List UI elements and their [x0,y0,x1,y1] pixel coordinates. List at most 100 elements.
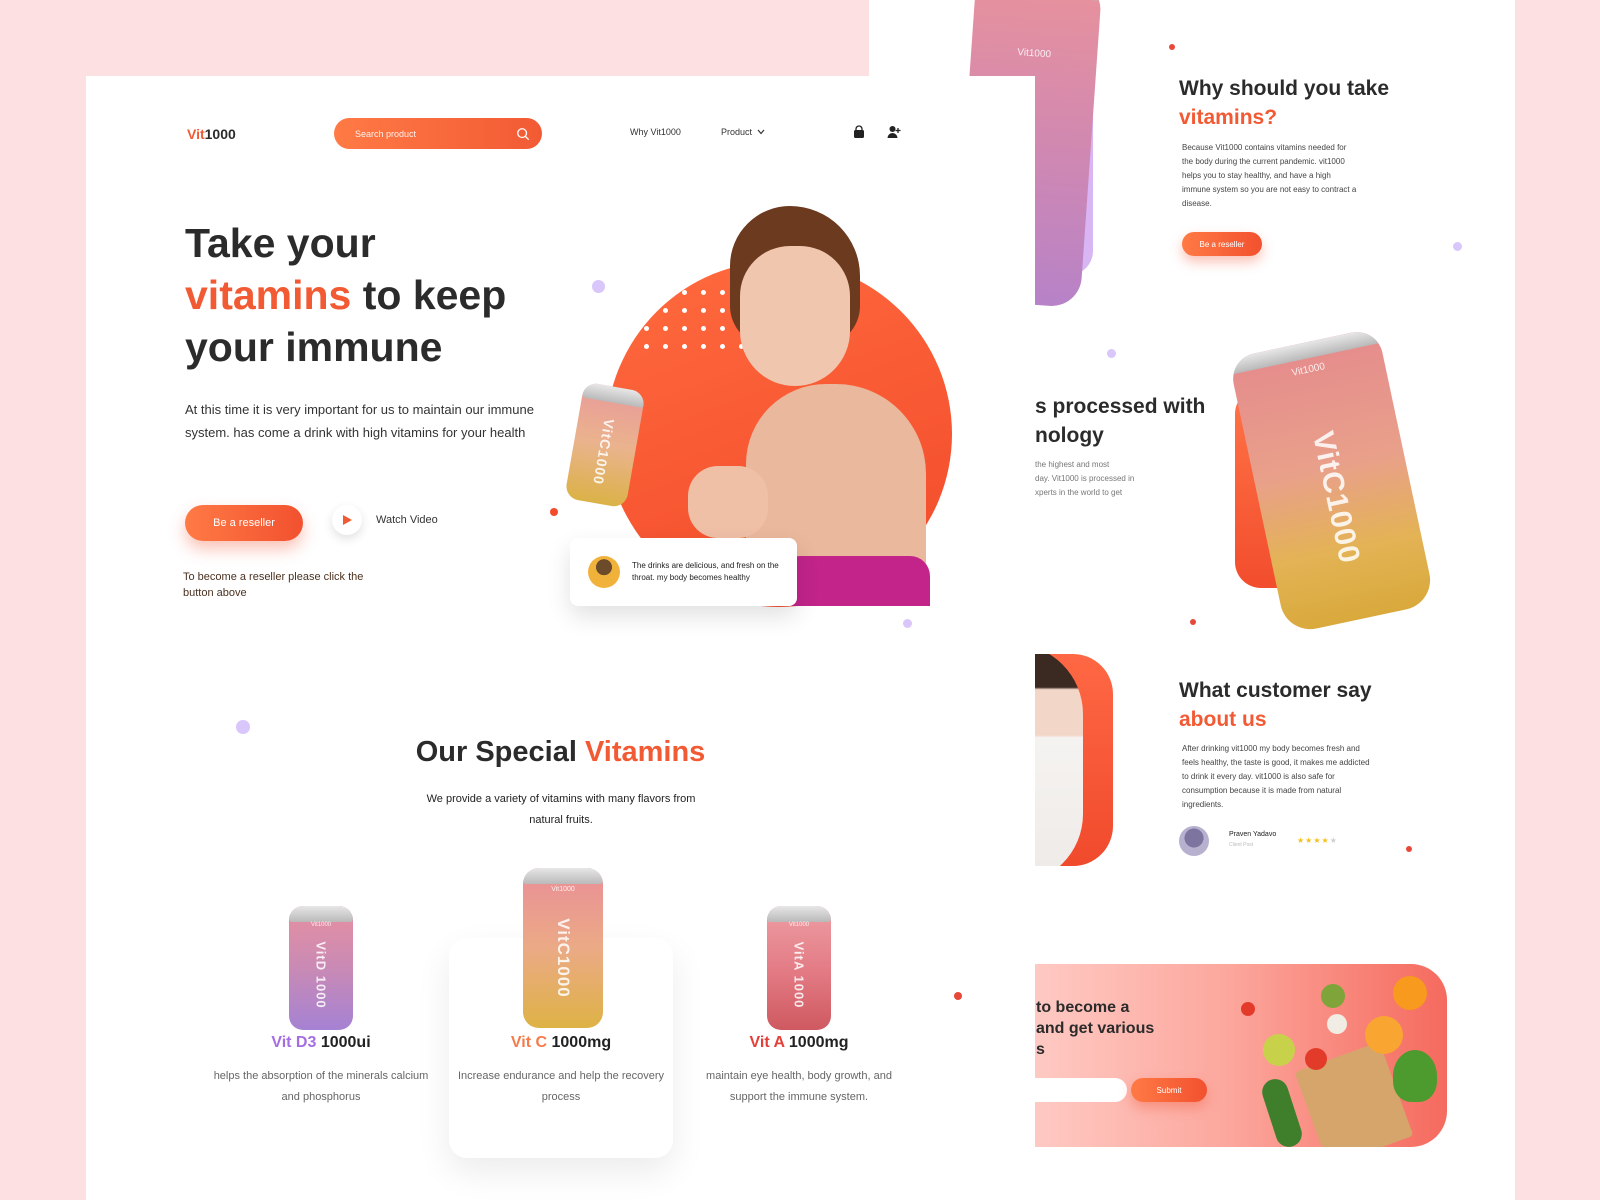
processed-body-line: day. Vit1000 is processed in [1035,474,1135,483]
hero-line3: your immune [185,324,443,370]
quote-text: The drinks are delicious, and fresh on t… [632,561,779,582]
tomato [1241,1002,1255,1016]
avatar [588,556,620,588]
cucumber [1258,1075,1306,1147]
why-body: Because Vit1000 contains vitamins needed… [1182,143,1357,208]
decor-dot [1169,44,1175,50]
chevron-down-icon [757,129,765,135]
can-label: VitA 1000 [791,942,807,1009]
newsletter-line2: and get various [1036,1020,1155,1037]
hero-heading: Take your vitamins to keep your immune [185,217,506,373]
rating-stars: ★★★★★ [1297,836,1338,845]
can-label: VitC1000 [590,417,618,487]
decor-dot [236,720,250,734]
product-name-vitc: Vit C 1000mg [449,1034,673,1052]
newsletter-heading: to become a and get various s [1036,997,1154,1060]
can-image-vitc: Vit1000 VitC1000 [1228,327,1436,635]
greens [1393,1050,1437,1102]
can-label: VitC1000 [1305,428,1367,567]
customer-name: Praven Yadavo [1229,831,1277,838]
why-heading: Why should you take vitamins? [1179,74,1389,132]
product-dose: 1000mg [547,1034,612,1051]
submit-button[interactable]: Submit [1131,1078,1207,1102]
hero-accent: vitamins [185,272,352,318]
can-label: VitD 1000 [313,941,329,1010]
newsletter-line3: s [1036,1041,1045,1058]
can-brand: Vit1000 [1016,47,1052,61]
product-name-vitd: Vit D3 1000ui [209,1034,433,1052]
apple-fruit [1263,1034,1295,1066]
star-icon: ★ [1297,836,1306,845]
search-bar[interactable] [334,118,542,149]
why-title: Why should you take [1179,77,1390,100]
star-icon: ★ [1329,836,1338,845]
can-brand: Vit1000 [788,922,810,928]
logo-prefix: Vit [187,126,205,142]
hero-line2: vitamins to keep [185,269,506,321]
front-panel: Vit1000 Why Vit1000 Product Take your vi… [86,76,1035,1200]
user-add-icon[interactable] [887,125,901,139]
processed-heading: s processed with nology [1035,392,1205,450]
hero-line1: Take your [185,220,376,266]
can-brand: Vit1000 [1290,361,1327,379]
nav-product[interactable]: Product [721,127,766,137]
product-dose: 1000mg [784,1034,849,1051]
watch-video-button[interactable]: Watch Video [332,505,438,535]
testimonial-title: What customer say [1179,679,1372,702]
hero-paragraph: At this time it is very important for us… [185,402,534,440]
product-dose: 1000ui [316,1034,371,1051]
pepper [1305,1048,1327,1070]
decor-dot [954,992,962,1000]
watch-video-label: Watch Video [376,514,438,526]
nav-why-label: Why Vit1000 [630,127,681,137]
processed-line1: s processed with [1035,395,1206,418]
product-desc-vitd: helps the absorption of the minerals cal… [213,1070,429,1103]
testimonial-accent: about us [1179,708,1267,731]
woman-face [740,246,850,386]
testimonial-body: After drinking vit1000 my body becomes f… [1182,744,1370,809]
decor-dot [1453,242,1462,251]
product-can-vita[interactable]: Vit1000 VitA 1000 [767,906,831,1030]
search-input[interactable] [355,128,516,139]
quote-card: The drinks are delicious, and fresh on t… [570,538,797,606]
garlic [1327,1014,1347,1034]
product-desc-vita: maintain eye health, body growth, and su… [706,1070,892,1103]
veggie-bag-image [1241,976,1437,1147]
orange-fruit [1393,976,1427,1010]
special-subtitle: We provide a variety of vitamins with ma… [426,793,696,826]
product-accent: Vit A [749,1034,785,1051]
customer-avatar [1179,826,1209,856]
decor-dot [550,508,558,516]
star-icon: ★ [1313,836,1322,845]
orange-fruit [1365,1016,1403,1054]
newsletter-line1: to become a [1036,999,1130,1016]
special-heading: Our Special Vitamins [86,736,1035,769]
logo-suffix: 1000 [204,126,236,142]
play-icon[interactable] [332,505,362,535]
shopping-bag-icon[interactable] [852,125,866,139]
star-icon: ★ [1321,836,1330,845]
product-can-vitc[interactable]: Vit1000 VitC1000 [523,868,603,1028]
woman-top [780,556,930,606]
be-reseller-button[interactable]: Be a reseller [185,505,303,541]
product-accent: Vit D3 [271,1034,317,1051]
why-accent: vitamins? [1179,106,1278,129]
why-reseller-button[interactable]: Be a reseller [1182,232,1262,256]
product-accent: Vit C [510,1034,548,1051]
processed-body-line: the highest and most [1035,460,1110,469]
processed-body-line: xperts in the world to get [1035,488,1123,497]
product-name-vita: Vit A 1000mg [687,1034,911,1052]
decor-dot [1406,846,1412,852]
nav-product-label: Product [721,127,753,137]
nav-why[interactable]: Why Vit1000 [630,127,681,137]
customer-role: Client Post [1229,842,1254,848]
testimonial-heading: What customer say about us [1179,676,1372,734]
decor-dot [1190,619,1196,625]
woman-hand [688,466,768,538]
can-brand: Vit1000 [310,922,332,928]
processed-line2: nology [1035,424,1104,447]
product-can-vitd[interactable]: Vit1000 VitD 1000 [289,906,353,1030]
logo[interactable]: Vit1000 [187,126,236,142]
decor-dot [1107,349,1116,358]
search-icon[interactable] [516,127,530,141]
